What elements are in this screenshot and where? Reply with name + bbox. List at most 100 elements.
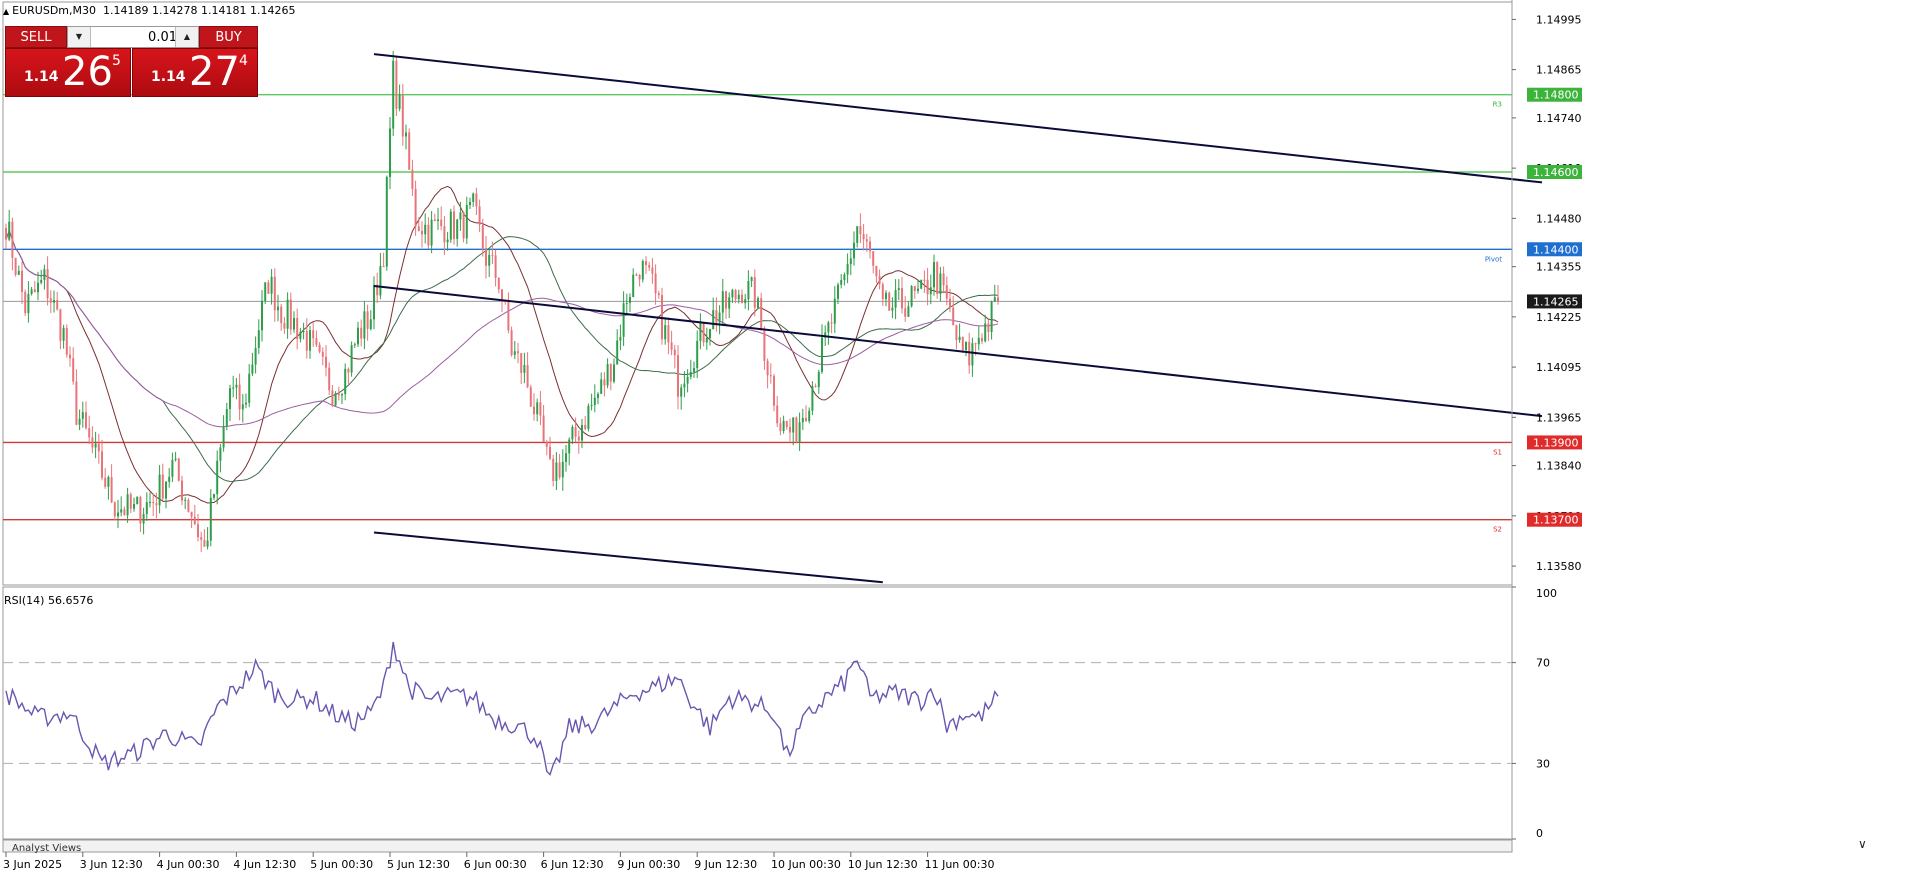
candle-body xyxy=(821,337,823,372)
candle-body xyxy=(929,287,932,295)
candle-body xyxy=(789,426,791,433)
candle-body xyxy=(139,496,142,524)
candle-body xyxy=(568,439,571,454)
candle-body xyxy=(123,509,126,516)
candle-body xyxy=(923,279,926,281)
candle-body xyxy=(629,297,631,303)
buy-button[interactable]: BUY xyxy=(199,26,258,48)
candle-body xyxy=(411,169,414,189)
candle-body xyxy=(894,290,897,308)
time-axis-label: 5 Jun 12:30 xyxy=(387,858,450,871)
price-axis-label: 1.14740 xyxy=(1536,112,1582,125)
candle-body xyxy=(446,239,449,243)
chart-canvas[interactable]: R3PivotS1S2 1.149951.148651.147401.14610… xyxy=(0,0,1916,874)
candle-body xyxy=(75,381,78,425)
candle-body xyxy=(702,322,705,343)
candle-body xyxy=(222,426,225,448)
candle-body xyxy=(600,379,603,394)
candle-body xyxy=(49,298,52,303)
candle-body xyxy=(184,499,187,501)
candle-body xyxy=(859,226,862,234)
candle-body xyxy=(705,337,708,343)
collapse-triangle-icon[interactable]: ▲ xyxy=(3,7,9,16)
candle-body xyxy=(449,211,452,240)
lot-increase-icon[interactable]: ▲ xyxy=(175,27,198,47)
candle-body xyxy=(843,274,846,281)
candle-body xyxy=(46,269,49,299)
rsi-axis-label: 30 xyxy=(1536,757,1550,770)
candle-body xyxy=(101,451,103,478)
candle-body xyxy=(110,477,113,503)
buy-price-button[interactable]: 1.14 27 4 xyxy=(132,48,258,97)
level-tag: S1 xyxy=(1493,448,1502,456)
sell-button[interactable]: SELL xyxy=(5,26,67,48)
candle-body xyxy=(891,307,894,311)
ohlc-values: 1.14189 1.14278 1.14181 1.14265 xyxy=(103,4,296,17)
candle-body xyxy=(357,327,359,345)
candle-body xyxy=(833,298,836,324)
candle-body xyxy=(200,537,203,540)
candle-body xyxy=(187,499,190,512)
candle-body xyxy=(417,226,420,231)
candle-body xyxy=(718,312,721,323)
candle-body xyxy=(267,282,270,294)
candle-body xyxy=(968,341,971,366)
candle-body xyxy=(37,282,39,293)
candle-body xyxy=(517,351,519,354)
candle-body xyxy=(709,329,711,338)
lot-decrease-icon[interactable]: ▼ xyxy=(68,27,91,47)
candle-body xyxy=(683,383,686,388)
candle-body xyxy=(536,402,539,415)
bottom-panel xyxy=(2,839,1513,853)
candle-body xyxy=(811,386,814,411)
candle-body xyxy=(341,394,343,396)
candle-body xyxy=(248,373,251,403)
candle-body xyxy=(142,514,145,524)
candle-body xyxy=(478,206,481,225)
candle-body xyxy=(472,193,475,202)
candle-body xyxy=(126,494,129,516)
candle-body xyxy=(30,289,33,294)
candle-body xyxy=(897,288,900,291)
candle-body xyxy=(856,226,859,243)
candle-body xyxy=(232,387,235,389)
time-axis-label: 10 Jun 00:30 xyxy=(771,858,841,871)
candle-body xyxy=(664,325,667,340)
time-axis-label: 4 Jun 00:30 xyxy=(157,858,220,871)
candle-body xyxy=(555,462,558,481)
candle-body xyxy=(257,330,260,348)
time-axis-label: 9 Jun 00:30 xyxy=(617,858,680,871)
level-price-tag-text: 1.14600 xyxy=(1533,166,1579,179)
candle-body xyxy=(949,298,951,308)
candle-body xyxy=(366,311,369,329)
analyst-views-tab[interactable]: Analyst Views xyxy=(12,843,81,854)
candle-body xyxy=(382,266,385,268)
candle-body xyxy=(17,270,20,275)
candle-body xyxy=(907,306,910,317)
pane-scroll-icon[interactable]: ∨ xyxy=(1858,837,1867,851)
sell-price-button[interactable]: 1.14 26 5 xyxy=(5,48,131,97)
candle-body xyxy=(293,318,295,330)
candle-body xyxy=(808,410,811,422)
candle-body xyxy=(334,393,337,406)
candle-body xyxy=(235,384,238,388)
candle-body xyxy=(827,322,830,333)
candle-body xyxy=(965,341,967,351)
candle-body xyxy=(206,540,209,547)
candle-body xyxy=(53,299,55,303)
candle-body xyxy=(657,293,660,296)
candle-body xyxy=(878,276,881,285)
candle-body xyxy=(456,219,459,239)
lot-size-input[interactable] xyxy=(91,28,179,46)
candle-body xyxy=(728,297,731,309)
candle-body xyxy=(193,516,196,525)
candle-body xyxy=(533,406,535,415)
candle-body xyxy=(651,267,654,274)
level-tag: S2 xyxy=(1493,526,1502,534)
candle-body xyxy=(792,417,795,433)
candle-body xyxy=(91,437,94,448)
candle-body xyxy=(273,276,276,311)
lot-size-control: ▼ ▲ xyxy=(67,26,199,48)
candle-body xyxy=(440,219,443,227)
candle-body xyxy=(910,286,913,307)
